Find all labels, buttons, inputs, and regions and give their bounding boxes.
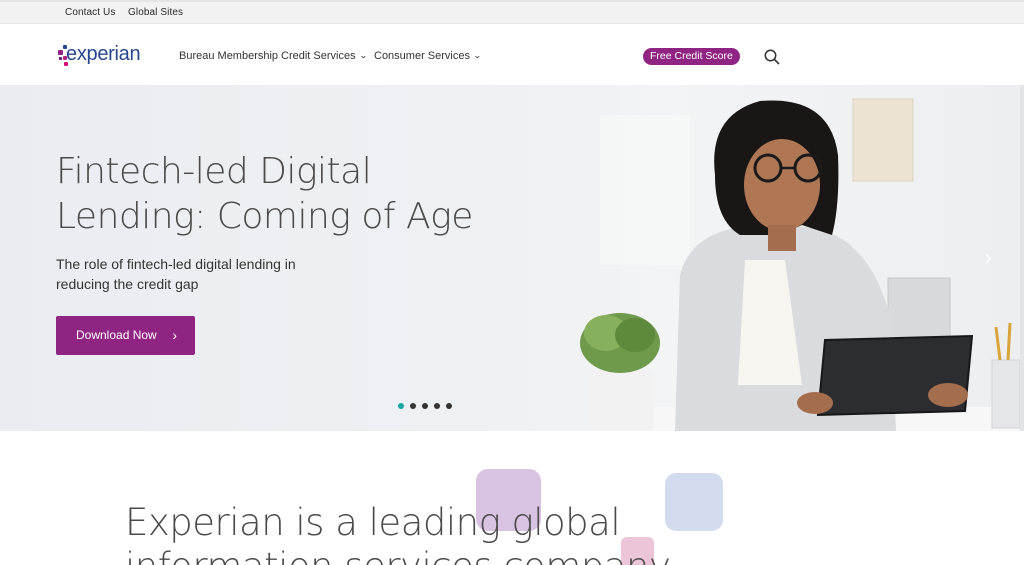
about-section: Experian is a leading global information…	[0, 431, 1024, 565]
site-header: experian Bureau Membership Credit Servic…	[0, 24, 1024, 85]
download-now-label: Download Now	[76, 328, 157, 342]
hero-image	[540, 85, 1024, 431]
search-icon[interactable]	[763, 48, 781, 66]
scrollbar-track[interactable]	[1020, 85, 1024, 431]
carousel-dot[interactable]	[398, 403, 404, 409]
carousel-dot[interactable]	[422, 403, 428, 409]
carousel-dot[interactable]	[446, 403, 452, 409]
carousel-next-arrow[interactable]: ›	[985, 247, 1001, 269]
chevron-right-icon: ›	[172, 327, 177, 343]
nav-bureau-membership[interactable]: Bureau Membership	[179, 50, 278, 62]
hero-carousel: Fintech-led Digital Lending: Coming of A…	[0, 85, 1024, 431]
nav-label: Credit Services	[281, 50, 356, 62]
nav-label: Consumer Services	[374, 50, 470, 62]
free-credit-score-button[interactable]: Free Credit Score	[643, 48, 740, 65]
nav-credit-services[interactable]: Credit Services ⌄	[281, 50, 368, 62]
utility-bar: Contact Us Global Sites	[0, 0, 1024, 24]
about-title: Experian is a leading global information…	[125, 501, 671, 565]
nav-consumer-services[interactable]: Consumer Services ⌄	[374, 50, 482, 62]
global-sites-link[interactable]: Global Sites	[128, 7, 183, 18]
logo-wordmark: experian	[66, 43, 141, 65]
chevron-down-icon: ⌄	[358, 51, 368, 60]
contact-us-link[interactable]: Contact Us	[65, 7, 115, 18]
nav-label: Bureau Membership	[179, 50, 279, 62]
experian-logo[interactable]: experian	[57, 42, 147, 72]
carousel-dot[interactable]	[410, 403, 416, 409]
hero-subtitle: The role of fintech-led digital lending …	[56, 256, 296, 292]
download-now-button[interactable]: Download Now ›	[56, 316, 195, 355]
carousel-dot[interactable]	[434, 403, 440, 409]
hero-title: Fintech-led Digital Lending: Coming of A…	[56, 151, 473, 237]
chevron-down-icon: ⌄	[472, 51, 482, 60]
